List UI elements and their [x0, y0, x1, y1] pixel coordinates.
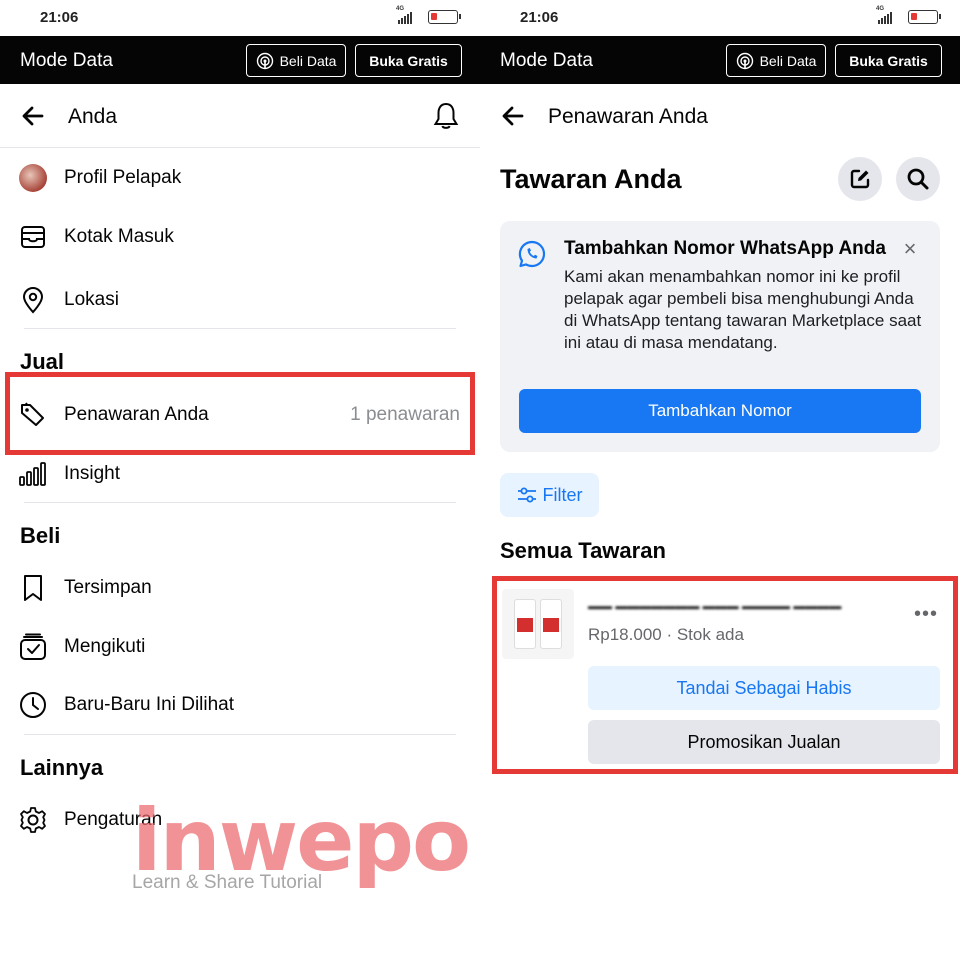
bell-icon[interactable] [430, 100, 462, 132]
page-title: Anda [68, 105, 118, 128]
menu-item-label: Profil Pelapak [64, 167, 182, 188]
open-free-button[interactable]: Buka Gratis [835, 44, 942, 77]
filter-label: Filter [542, 484, 583, 505]
following-icon [18, 632, 48, 662]
whatsapp-icon [517, 239, 547, 269]
page-header: Anda [0, 84, 480, 148]
menu-item-recently-viewed[interactable]: Baru-Baru Ini Dilihat [0, 679, 480, 729]
right-screen: 21:06 4G Mode Data Beli Data Buka Gratis… [480, 0, 960, 960]
data-mode-bar: Mode Data Beli Data Buka Gratis [0, 36, 480, 84]
watermark-tagline: Learn & Share Tutorial [132, 872, 323, 893]
status-time: 21:06 [40, 9, 79, 26]
menu-item-label: Lokasi [64, 289, 119, 310]
data-mode-bar: Mode Data Beli Data Buka Gratis [480, 36, 960, 84]
offers-heading: Tawaran Anda [500, 164, 682, 194]
search-icon [906, 167, 930, 191]
divider [24, 502, 456, 503]
search-button[interactable] [896, 157, 940, 201]
battery-icon [908, 10, 941, 24]
signal-icon: 4G [876, 6, 892, 24]
battery-icon [428, 10, 461, 24]
status-bar: 21:06 4G [480, 0, 960, 36]
status-time: 21:06 [520, 9, 559, 26]
location-pin-icon [18, 285, 48, 315]
data-mode-title: Mode Data [20, 50, 113, 71]
whatsapp-card-title: Tambahkan Nomor WhatsApp Anda [564, 238, 886, 259]
edit-icon [849, 168, 871, 190]
menu-item-location[interactable]: Lokasi [0, 274, 480, 324]
broadcast-icon [256, 52, 274, 70]
page-title: Penawaran Anda [548, 105, 708, 128]
add-number-button[interactable]: Tambahkan Nomor [519, 389, 921, 433]
buy-data-button[interactable]: Beli Data [246, 44, 346, 77]
menu-item-seller-profile[interactable]: Profil Pelapak [0, 152, 480, 202]
signal-icon: 4G [396, 6, 412, 24]
menu-item-label: Mengikuti [64, 636, 146, 657]
filter-button[interactable]: Filter [500, 473, 599, 517]
page-header: Penawaran Anda [480, 84, 960, 148]
all-offers-heading: Semua Tawaran [500, 538, 666, 563]
highlight-box [492, 576, 958, 774]
menu-item-label: Pengaturan [64, 809, 163, 830]
close-icon[interactable]: × [900, 238, 920, 260]
highlight-box [5, 372, 475, 455]
menu-item-saved[interactable]: Tersimpan [0, 562, 480, 612]
menu-item-label: Kotak Masuk [64, 226, 174, 247]
broadcast-icon [736, 52, 754, 70]
divider [24, 328, 456, 329]
menu-item-insight[interactable]: Insight [0, 448, 480, 498]
clock-icon [18, 690, 48, 720]
menu-item-inbox[interactable]: Kotak Masuk [0, 211, 480, 261]
inbox-icon [18, 222, 48, 252]
avatar [18, 163, 48, 193]
menu-item-label: Baru-Baru Ini Dilihat [64, 694, 235, 715]
menu-item-label: Tersimpan [64, 577, 152, 598]
left-screen: 21:06 4G Mode Data Beli Data Buka Gratis… [0, 0, 480, 960]
menu-item-label: Insight [64, 463, 120, 484]
section-title-beli: Beli [20, 523, 61, 548]
filter-sliders-icon [517, 486, 537, 504]
menu-item-settings[interactable]: Pengaturan [0, 794, 480, 844]
add-number-label: Tambahkan Nomor [648, 401, 792, 420]
data-mode-title: Mode Data [500, 50, 593, 71]
menu-item-following[interactable]: Mengikuti [0, 621, 480, 671]
whatsapp-card-description: Kami akan menambahkan nomor ini ke profi… [564, 267, 922, 352]
status-bar: 21:06 4G [0, 0, 480, 36]
open-free-label: Buka Gratis [369, 52, 448, 69]
section-title-lainnya: Lainnya [20, 755, 104, 780]
bookmark-icon [18, 573, 48, 603]
open-free-label: Buka Gratis [849, 52, 928, 69]
buy-data-label: Beli Data [279, 52, 337, 69]
back-arrow-icon[interactable] [500, 104, 526, 128]
gear-icon [18, 805, 48, 835]
divider [24, 734, 456, 735]
open-free-button[interactable]: Buka Gratis [355, 44, 462, 77]
whatsapp-card: Tambahkan Nomor WhatsApp Anda × Kami aka… [500, 221, 940, 452]
buy-data-label: Beli Data [759, 52, 817, 69]
buy-data-button[interactable]: Beli Data [726, 44, 826, 77]
back-arrow-icon[interactable] [20, 104, 46, 128]
edit-button[interactable] [838, 157, 882, 201]
bar-chart-icon [18, 459, 48, 489]
